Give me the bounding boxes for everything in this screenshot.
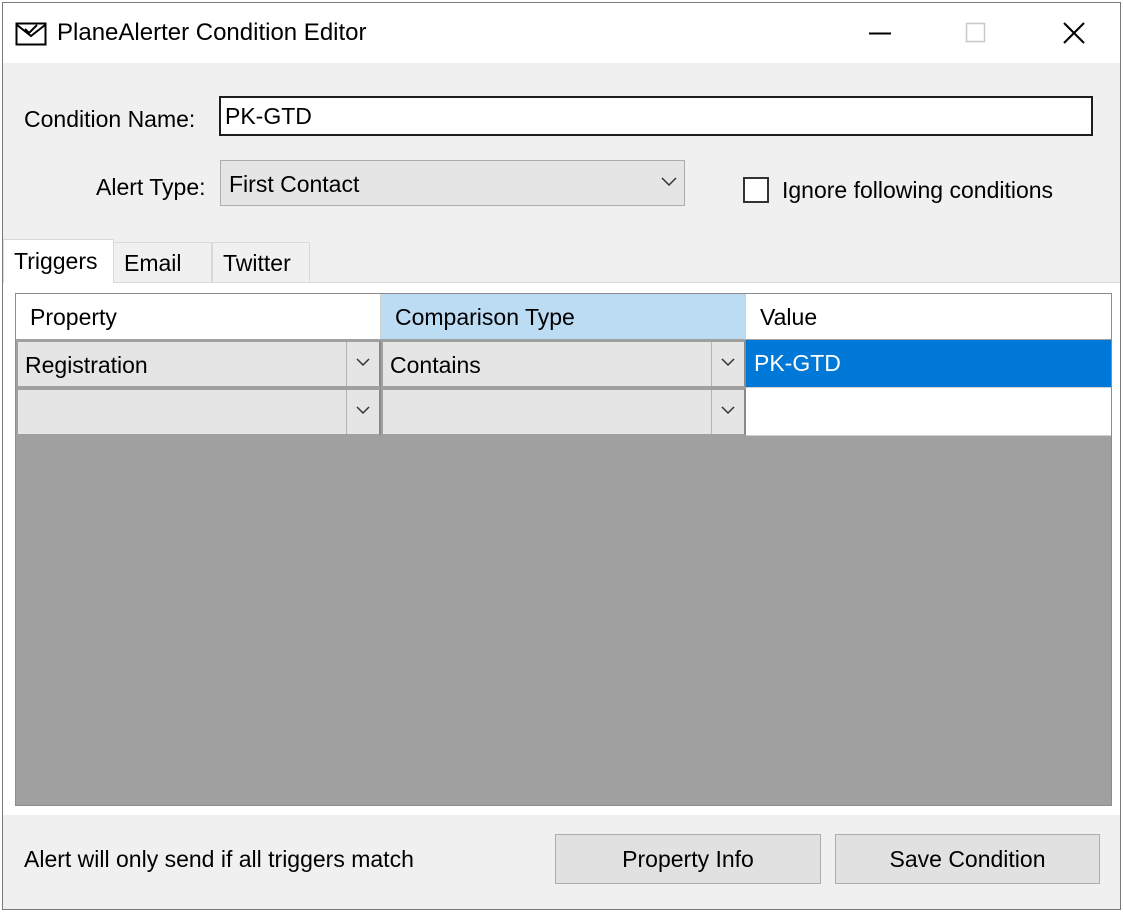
alert-type-label: Alert Type: xyxy=(96,174,206,200)
row1-property-value: Registration xyxy=(25,352,148,378)
ignore-following-checkbox[interactable] xyxy=(743,177,769,203)
minimize-icon xyxy=(869,32,891,35)
maximize-button[interactable] xyxy=(928,3,1024,63)
triggers-tab-page: Property Comparison Type Value Registrat… xyxy=(3,282,1120,815)
tab-email[interactable]: Email xyxy=(113,242,212,283)
alert-type-dropdown[interactable]: First Contact xyxy=(220,160,685,206)
row1-value-text: PK-GTD xyxy=(754,350,841,376)
trigger-hint-text: Alert will only send if all triggers mat… xyxy=(24,846,414,872)
tab-twitter[interactable]: Twitter xyxy=(212,242,310,283)
chevron-down-icon[interactable] xyxy=(346,342,379,386)
close-button[interactable] xyxy=(1024,3,1120,63)
close-icon xyxy=(1063,22,1085,44)
minimize-button[interactable] xyxy=(832,3,928,63)
alert-type-value: First Contact xyxy=(229,171,360,197)
row1-comparison-dropdown[interactable]: Contains xyxy=(381,340,746,388)
chevron-down-icon[interactable] xyxy=(711,390,744,434)
column-header-value[interactable]: Value xyxy=(746,294,1111,340)
maximize-icon xyxy=(965,22,986,43)
window-title: PlaneAlerter Condition Editor xyxy=(57,19,367,46)
ignore-following-label[interactable]: Ignore following conditions xyxy=(782,175,1053,205)
tab-triggers[interactable]: Triggers xyxy=(3,239,114,283)
condition-editor-window: PlaneAlerter Condition Editor Condition … xyxy=(2,2,1121,910)
save-condition-button[interactable]: Save Condition xyxy=(835,834,1100,884)
column-header-comparison-type[interactable]: Comparison Type xyxy=(381,294,746,340)
title-bar[interactable]: PlaneAlerter Condition Editor xyxy=(3,3,1120,63)
row2-property-dropdown[interactable] xyxy=(16,388,381,436)
chevron-down-icon[interactable] xyxy=(711,342,744,386)
condition-name-input[interactable] xyxy=(219,96,1093,136)
row2-value-cell[interactable] xyxy=(746,388,1111,436)
chevron-down-icon xyxy=(660,175,678,193)
row1-value-cell[interactable]: PK-GTD xyxy=(746,340,1111,388)
tab-strip: Triggers Email Twitter xyxy=(3,239,1120,283)
row2-comparison-dropdown[interactable] xyxy=(381,388,746,436)
row1-property-dropdown[interactable]: Registration xyxy=(16,340,381,388)
envelope-icon xyxy=(15,20,47,48)
row1-comparison-value: Contains xyxy=(390,352,481,378)
column-header-property[interactable]: Property xyxy=(16,294,381,340)
condition-name-label: Condition Name: xyxy=(24,106,196,132)
property-info-button[interactable]: Property Info xyxy=(555,834,821,884)
triggers-grid[interactable]: Property Comparison Type Value Registrat… xyxy=(15,293,1112,806)
chevron-down-icon[interactable] xyxy=(346,390,379,434)
